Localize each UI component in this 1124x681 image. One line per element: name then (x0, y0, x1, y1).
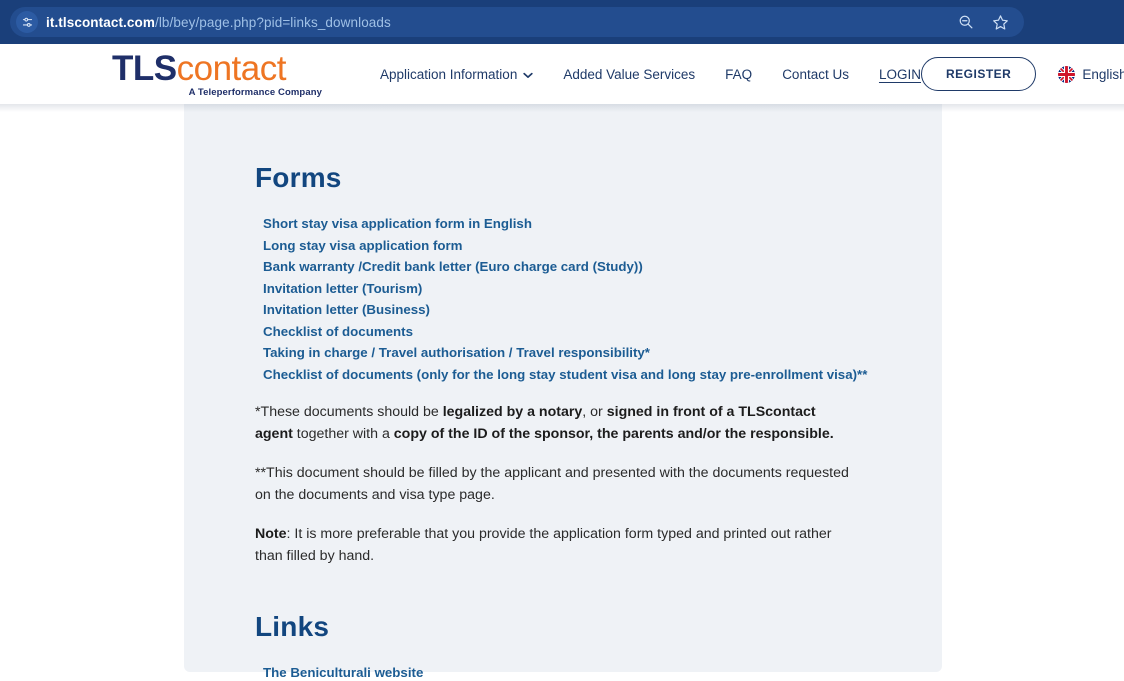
list-item: Checklist of documents (only for the lon… (263, 365, 942, 384)
form-link-checklist-of-documents[interactable]: Checklist of documents (263, 324, 413, 339)
browser-toolbar: it.tlscontact.com/lb/bey/page.php?pid=li… (0, 0, 1124, 44)
sliders-icon[interactable] (16, 11, 38, 33)
language-selector[interactable]: English (1058, 65, 1124, 83)
links-title: Links (255, 610, 330, 642)
list-item: The Beniculturali website (263, 663, 942, 681)
forms-link-list: Short stay visa application form in Engl… (255, 214, 942, 384)
list-item: Bank warranty /Credit bank letter (Euro … (263, 257, 942, 276)
content-card: Forms Short stay visa application form i… (184, 104, 942, 680)
footnote-one-bold1: legalized by a notary (442, 403, 583, 420)
footnote-one-bold3: copy of the ID of the sponsor, the paren… (393, 425, 834, 442)
footnote-note-label: Note (255, 525, 287, 542)
forms-title: Forms (255, 162, 342, 193)
external-link-beniculturali[interactable]: The Beniculturali website (263, 665, 423, 680)
external-link-list: The Beniculturali website The Ministry o… (255, 663, 942, 681)
footnote-one-part2: , or (582, 403, 607, 420)
site-header: TLScontact A Teleperformance Company App… (0, 44, 1124, 104)
nav-label: LOGIN (878, 66, 921, 82)
nav-item-login[interactable]: LOGIN (879, 67, 921, 82)
footnote-one-part1: *These documents should be (255, 403, 443, 420)
list-item: Taking in charge / Travel authorisation … (263, 343, 942, 362)
omnibox-actions (956, 12, 1018, 32)
language-label: English (1082, 66, 1124, 82)
url-path: /lb/bey/page.php?pid=links_downloads (154, 14, 391, 30)
list-item: Invitation letter (Business) (263, 300, 942, 319)
list-item: Short stay visa application form in Engl… (263, 214, 942, 233)
links-section: Links The Beniculturali website The Mini… (255, 611, 942, 681)
uk-flag-icon (1058, 65, 1076, 83)
logo-primary: TLS (112, 49, 177, 88)
url-host: it.tlscontact.com (46, 14, 155, 30)
form-link-invitation-letter-tourism[interactable]: Invitation letter (Tourism) (263, 281, 422, 296)
nav-label: Application Information (380, 66, 518, 82)
header-actions: REGISTER English (920, 57, 1124, 91)
page-body: Forms Short stay visa application form i… (0, 104, 1124, 681)
footnote-one-part3: together with a (292, 425, 394, 442)
footnote-note-text: : It is more preferable that you provide… (255, 525, 832, 564)
address-bar[interactable]: it.tlscontact.com/lb/bey/page.php?pid=li… (10, 7, 1024, 37)
form-link-checklist-long-stay-student[interactable]: Checklist of documents (only for the lon… (263, 367, 867, 382)
form-link-long-stay-visa[interactable]: Long stay visa application form (263, 238, 463, 253)
main-navigation: Application Information Added Value Serv… (380, 67, 921, 82)
register-button[interactable]: REGISTER (920, 57, 1037, 91)
site-logo[interactable]: TLScontact A Teleperformance Company (112, 50, 322, 98)
logo-secondary: contact (176, 49, 287, 88)
nav-label: Added Value Services (563, 66, 696, 82)
form-link-taking-in-charge[interactable]: Taking in charge / Travel authorisation … (263, 345, 650, 360)
nav-item-faq[interactable]: FAQ (725, 67, 752, 82)
nav-label: Contact Us (782, 66, 849, 82)
list-item: Checklist of documents (263, 322, 942, 341)
footnote-note: Note: It is more preferable that you pro… (255, 523, 855, 567)
footnote-two: **This document should be filled by the … (255, 464, 849, 503)
url-text: it.tlscontact.com/lb/bey/page.php?pid=li… (46, 15, 391, 30)
form-link-bank-warranty[interactable]: Bank warranty /Credit bank letter (Euro … (263, 259, 643, 274)
nav-label: FAQ (725, 66, 753, 82)
form-link-short-stay-visa-english[interactable]: Short stay visa application form in Engl… (263, 216, 532, 231)
logo-tagline: A Teleperformance Company (188, 87, 322, 98)
star-icon[interactable] (990, 12, 1010, 32)
list-item: Invitation letter (Tourism) (263, 279, 942, 298)
header-shadow (0, 104, 1124, 112)
magnifier-minus-icon[interactable] (956, 12, 976, 32)
list-item: Long stay visa application form (263, 236, 942, 255)
footnote-one: *These documents should be legalized by … (255, 401, 855, 445)
nav-item-application-information[interactable]: Application Information (380, 67, 533, 82)
forms-section: Forms Short stay visa application form i… (255, 162, 942, 567)
chevron-down-icon (523, 67, 533, 82)
nav-item-contact-us[interactable]: Contact Us (782, 67, 849, 82)
form-link-invitation-letter-business[interactable]: Invitation letter (Business) (263, 302, 430, 317)
nav-item-added-value-services[interactable]: Added Value Services (563, 67, 695, 82)
logo-wordmark: TLScontact (112, 49, 322, 88)
